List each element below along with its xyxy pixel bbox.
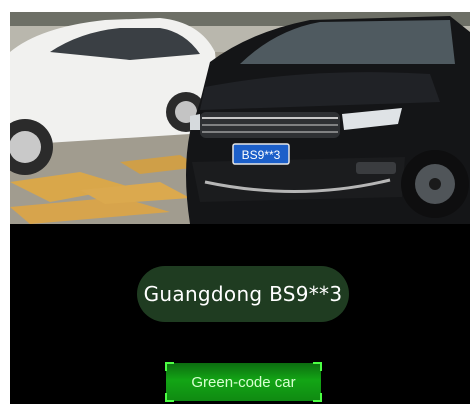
status-label: Green-code car <box>191 373 296 391</box>
camera-photo: BS9**3 <box>10 12 470 224</box>
corner-bracket-icon <box>313 362 322 371</box>
license-plate-text: BS9**3 <box>242 148 281 162</box>
corner-bracket-icon <box>165 393 174 402</box>
recognition-screen: BS9**3 Guangdong BS9**3 Green-code car <box>10 12 470 404</box>
plate-result-text: Guangdong BS9**3 <box>143 282 343 306</box>
corner-bracket-icon <box>165 362 174 371</box>
green-code-status-badge: Green-code car <box>165 362 322 402</box>
corner-bracket-icon <box>313 393 322 402</box>
plate-result-pill: Guangdong BS9**3 <box>137 266 349 322</box>
